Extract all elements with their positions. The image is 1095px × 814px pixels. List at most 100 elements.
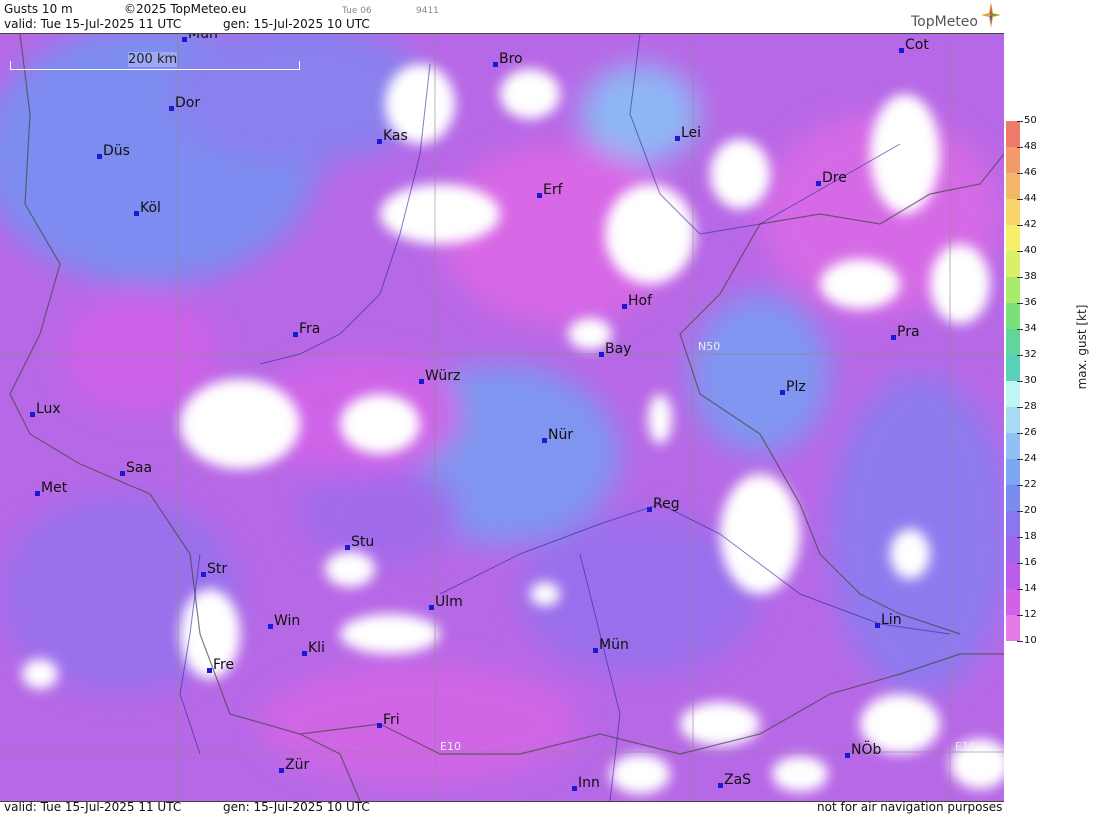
city-marker-icon bbox=[97, 154, 102, 159]
legend-tick-label: 26 bbox=[1024, 427, 1037, 438]
legend-swatch bbox=[1006, 355, 1020, 381]
city-name: Würz bbox=[425, 368, 461, 384]
legend-tick-label: 42 bbox=[1024, 219, 1037, 230]
city-name: Dre bbox=[822, 170, 847, 186]
city-name: Str bbox=[207, 561, 228, 577]
footer-valid: valid: Tue 15-Jul-2025 11 UTC bbox=[4, 800, 182, 814]
city-name: Reg bbox=[653, 496, 680, 512]
legend-tick-mark bbox=[1017, 199, 1023, 200]
city-label: Bro bbox=[493, 51, 523, 67]
city-label: Hof bbox=[622, 293, 653, 309]
city-marker-icon bbox=[542, 438, 547, 443]
city-label: Str bbox=[201, 561, 228, 577]
legend-tick-mark bbox=[1017, 251, 1023, 252]
city-name: NÖb bbox=[851, 742, 882, 758]
legend-tick-mark bbox=[1017, 121, 1023, 122]
city-label: Stu bbox=[345, 534, 374, 550]
legend-tick-mark bbox=[1017, 173, 1023, 174]
city-label: Erf bbox=[537, 182, 563, 198]
legend-tick-label: 28 bbox=[1024, 401, 1037, 412]
legend-tick-label: 10 bbox=[1024, 635, 1037, 646]
city-label: Saa bbox=[120, 460, 152, 476]
city-name: Kas bbox=[383, 128, 408, 144]
city-marker-icon bbox=[169, 106, 174, 111]
city-name: Lei bbox=[681, 125, 702, 141]
legend-swatch bbox=[1006, 615, 1020, 641]
legend-tick-label: 30 bbox=[1024, 375, 1037, 386]
topmeteo-logo[interactable]: TopMeteo bbox=[911, 14, 978, 30]
city-name: Fre bbox=[213, 657, 235, 673]
legend-tick-mark bbox=[1017, 563, 1023, 564]
city-label: Mün bbox=[593, 637, 629, 653]
city-marker-icon bbox=[875, 623, 880, 628]
city-marker-icon bbox=[647, 507, 652, 512]
compass-star-icon bbox=[981, 2, 1001, 28]
legend-tick-label: 12 bbox=[1024, 609, 1037, 620]
city-name: Nür bbox=[548, 427, 574, 443]
legend-swatch bbox=[1006, 563, 1020, 589]
legend-swatch bbox=[1006, 485, 1020, 511]
legend-swatch bbox=[1006, 173, 1020, 199]
city-label: Fra bbox=[293, 321, 320, 337]
legend-swatch bbox=[1006, 537, 1020, 563]
city-marker-icon bbox=[622, 304, 627, 309]
legend-tick-mark bbox=[1017, 459, 1023, 460]
legend-swatch bbox=[1006, 329, 1020, 355]
legend-tick-mark bbox=[1017, 147, 1023, 148]
city-label: Lei bbox=[675, 125, 702, 141]
city-label: Zür bbox=[279, 757, 310, 773]
city-marker-icon bbox=[120, 471, 125, 476]
city-marker-icon bbox=[429, 605, 434, 610]
grid-label-e15: E15 bbox=[955, 740, 976, 753]
city-marker-icon bbox=[268, 624, 273, 629]
city-marker-icon bbox=[182, 37, 187, 42]
city-marker-icon bbox=[377, 139, 382, 144]
legend-swatch bbox=[1006, 303, 1020, 329]
city-label: Düs bbox=[97, 143, 130, 159]
city-label: Lin bbox=[875, 612, 902, 628]
city-marker-icon bbox=[537, 193, 542, 198]
valid-time: valid: Tue 15-Jul-2025 11 UTC bbox=[4, 17, 182, 31]
city-marker-icon bbox=[675, 136, 680, 141]
gust-legend bbox=[1006, 121, 1020, 641]
legend-tick-label: 44 bbox=[1024, 193, 1037, 204]
city-name: Hof bbox=[628, 293, 653, 309]
city-label: Cot bbox=[899, 37, 929, 53]
city-marker-icon bbox=[718, 783, 723, 788]
legend-swatch bbox=[1006, 511, 1020, 537]
grid-label-n50: N50 bbox=[698, 340, 721, 353]
legend-tick-label: 24 bbox=[1024, 453, 1037, 464]
legend-swatch bbox=[1006, 147, 1020, 173]
legend-tick-label: 40 bbox=[1024, 245, 1037, 256]
legend-swatch bbox=[1006, 407, 1020, 433]
city-marker-icon bbox=[899, 48, 904, 53]
legend-tick-label: 16 bbox=[1024, 557, 1037, 568]
legend-tick-label: 38 bbox=[1024, 271, 1037, 282]
city-name: Lux bbox=[36, 401, 61, 417]
city-marker-icon bbox=[593, 648, 598, 653]
city-name: Zür bbox=[285, 757, 310, 773]
footer-note: not for air navigation purposes bbox=[817, 800, 1003, 814]
city-label: Fre bbox=[207, 657, 235, 673]
gust-map[interactable]: 200 km N50 E10 E15 Mün Bro Cot Dor Kas Lei Düs… bbox=[0, 33, 1004, 802]
city-marker-icon bbox=[377, 723, 382, 728]
city-marker-icon bbox=[891, 335, 896, 340]
city-marker-icon bbox=[419, 379, 424, 384]
city-marker-icon bbox=[134, 211, 139, 216]
city-name: Inn bbox=[578, 775, 600, 791]
legend-tick-label: 20 bbox=[1024, 505, 1037, 516]
city-label: Ulm bbox=[429, 594, 463, 610]
city-name: Bay bbox=[605, 341, 632, 357]
city-label: Met bbox=[35, 480, 68, 496]
city-name: Met bbox=[41, 480, 68, 496]
legend-tick-label: 22 bbox=[1024, 479, 1037, 490]
run-code: 9411 bbox=[416, 6, 439, 16]
legend-tick-mark bbox=[1017, 381, 1023, 382]
city-marker-icon bbox=[845, 753, 850, 758]
legend-swatch bbox=[1006, 277, 1020, 303]
legend-tick-mark bbox=[1017, 589, 1023, 590]
city-marker-icon bbox=[493, 62, 498, 67]
legend-swatch bbox=[1006, 381, 1020, 407]
city-marker-icon bbox=[201, 572, 206, 577]
city-label: Nür bbox=[542, 427, 574, 443]
